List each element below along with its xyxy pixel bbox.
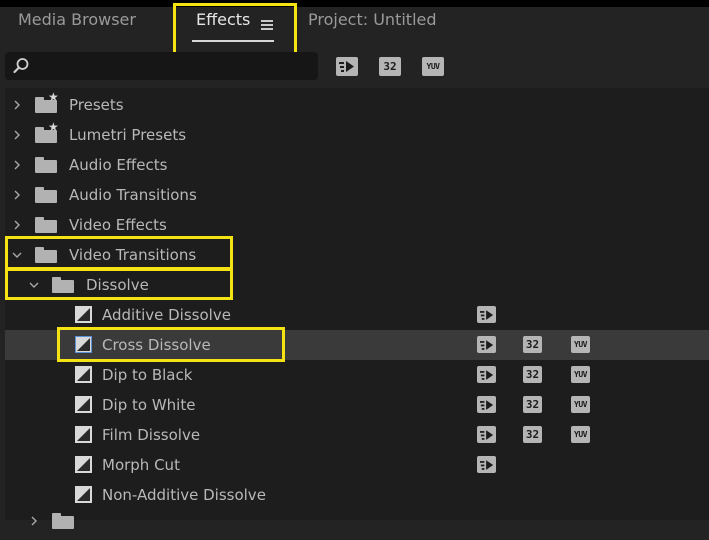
search-input[interactable] xyxy=(5,52,318,80)
folder-star-icon: ★ xyxy=(35,91,59,113)
folder-icon xyxy=(52,513,74,529)
video-transitions-highlight xyxy=(5,236,233,270)
32-bit-icon: 32 xyxy=(523,366,542,383)
folder-star-icon: ★ xyxy=(35,121,59,143)
accelerated-effect-icon xyxy=(477,366,496,383)
yuv-icon: YUV xyxy=(571,366,590,383)
tree-item-label: Audio Transitions xyxy=(69,186,197,204)
chevron-right-icon[interactable] xyxy=(12,160,22,170)
transition-icon xyxy=(75,396,92,413)
tree-item-label: Presets xyxy=(69,96,124,114)
transition-icon xyxy=(75,366,92,383)
yuv-filter-button[interactable]: YUV xyxy=(422,57,444,76)
accelerated-effects-filter-button[interactable] xyxy=(336,57,358,76)
tree-item-next-category[interactable] xyxy=(5,510,709,540)
transition-icon xyxy=(75,306,92,323)
yuv-icon: YUV xyxy=(571,426,590,443)
folder-icon xyxy=(35,157,57,173)
32-bit-icon: 32 xyxy=(523,336,542,353)
effect-item[interactable]: Non-Additive Dissolve xyxy=(5,480,709,510)
tree-item-label: Video Effects xyxy=(69,216,167,234)
transition-icon xyxy=(75,486,92,503)
accelerated-icon xyxy=(339,61,354,72)
effect-item[interactable]: Additive Dissolve xyxy=(5,300,709,330)
effect-item[interactable]: Dip to Black 32 YUV xyxy=(5,360,709,390)
effect-label: Morph Cut xyxy=(102,456,180,474)
folder-icon xyxy=(35,217,57,233)
accelerated-effect-icon xyxy=(477,306,496,323)
chevron-right-icon[interactable] xyxy=(12,130,22,140)
transition-icon xyxy=(75,456,92,473)
tab-project[interactable]: Project: Untitled xyxy=(308,10,437,29)
effect-label: Dip to Black xyxy=(102,366,193,384)
accelerated-effect-icon xyxy=(477,396,496,413)
chevron-right-icon[interactable] xyxy=(12,220,22,230)
tree-item-lumetri-presets[interactable]: ★ Lumetri Presets xyxy=(5,120,709,150)
effect-label: Non-Additive Dissolve xyxy=(102,486,266,504)
32-bit-icon: 32 xyxy=(523,426,542,443)
effect-item[interactable]: Film Dissolve 32 YUV xyxy=(5,420,709,450)
accelerated-effect-icon xyxy=(477,336,496,353)
transition-icon xyxy=(75,426,92,443)
tree-item-presets[interactable]: ★ Presets xyxy=(5,90,709,120)
chevron-right-icon[interactable] xyxy=(12,100,22,110)
effect-item[interactable]: Morph Cut xyxy=(5,450,709,480)
chevron-right-icon[interactable] xyxy=(29,516,39,526)
effect-label: Dip to White xyxy=(102,396,196,414)
yuv-icon: YUV xyxy=(571,336,590,353)
tree-item-audio-transitions[interactable]: Audio Transitions xyxy=(5,180,709,210)
tree-item-label: Lumetri Presets xyxy=(69,126,187,144)
accelerated-effect-icon xyxy=(477,426,496,443)
search-icon xyxy=(13,58,29,74)
chevron-right-icon[interactable] xyxy=(12,190,22,200)
effect-label: Film Dissolve xyxy=(102,426,201,444)
tree-item-label: Audio Effects xyxy=(69,156,168,174)
32-bit-icon: 32 xyxy=(523,396,542,413)
dissolve-highlight xyxy=(5,268,233,300)
tab-media-browser[interactable]: Media Browser xyxy=(18,10,136,29)
yuv-icon: YUV xyxy=(571,396,590,413)
32-bit-filter-button[interactable]: 32 xyxy=(379,57,401,76)
effect-item[interactable]: Dip to White 32 YUV xyxy=(5,390,709,420)
effects-tab-highlight xyxy=(173,3,297,58)
effect-label: Additive Dissolve xyxy=(102,306,231,324)
accelerated-effect-icon xyxy=(477,456,496,473)
top-strip xyxy=(0,0,709,7)
folder-icon xyxy=(35,187,57,203)
cross-dissolve-highlight xyxy=(57,327,285,362)
tree-item-audio-effects[interactable]: Audio Effects xyxy=(5,150,709,180)
